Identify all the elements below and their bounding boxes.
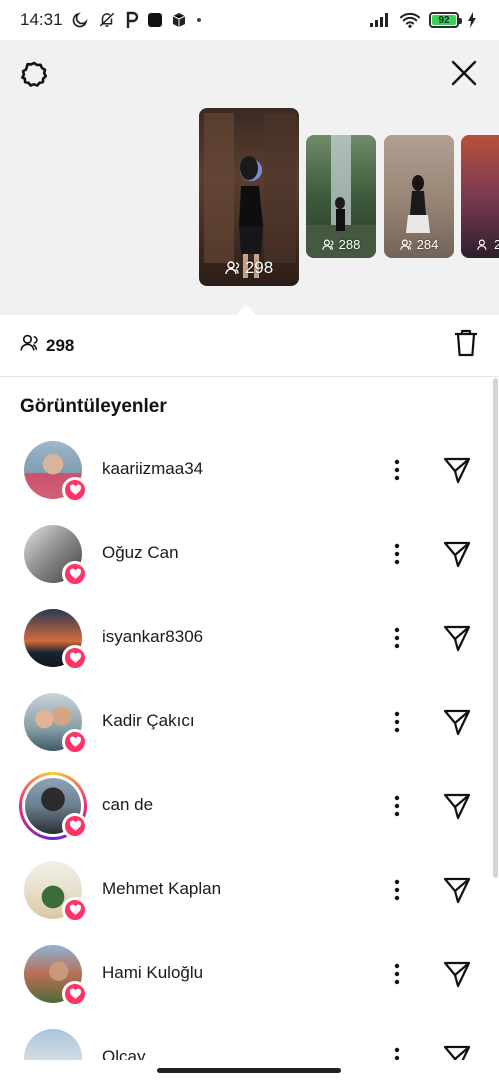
heart-icon	[62, 981, 88, 1007]
more-options-icon[interactable]	[386, 539, 408, 569]
dot-icon	[195, 16, 203, 24]
status-bar: 14:31 92	[0, 0, 499, 40]
viewer-row[interactable]: kaariizmaa34	[0, 427, 499, 511]
people-icon	[20, 334, 40, 357]
avatar[interactable]	[24, 525, 88, 587]
moon-icon	[71, 11, 89, 29]
more-options-icon[interactable]	[386, 875, 408, 905]
avatar[interactable]	[24, 861, 88, 923]
send-icon[interactable]	[442, 791, 472, 821]
close-icon[interactable]	[447, 56, 481, 90]
avatar[interactable]	[24, 945, 88, 1007]
story-view-count: 298	[199, 258, 299, 278]
viewer-username[interactable]: Oğuz Can	[102, 543, 179, 563]
avatar[interactable]	[24, 609, 88, 671]
avatar[interactable]	[24, 441, 88, 503]
story-view-count: 284	[384, 237, 454, 252]
send-icon[interactable]	[442, 623, 472, 653]
battery-icon: 92	[429, 12, 462, 28]
more-options-icon[interactable]	[386, 959, 408, 989]
more-options-icon[interactable]	[386, 455, 408, 485]
muted-icon	[97, 11, 117, 29]
viewer-row[interactable]: isyankar8306	[0, 595, 499, 679]
viewer-username[interactable]: Hami Kuloğlu	[102, 963, 203, 983]
story-thumbnails: 298 288 284 2	[199, 108, 499, 288]
home-indicator[interactable]	[157, 1068, 341, 1073]
avatar[interactable]	[24, 693, 88, 755]
avatar[interactable]	[19, 772, 88, 840]
more-options-icon[interactable]	[386, 707, 408, 737]
story-thumbnail[interactable]: 284	[384, 135, 454, 258]
more-options-icon[interactable]	[386, 623, 408, 653]
trash-icon[interactable]	[453, 328, 479, 363]
charging-icon	[467, 12, 477, 28]
viewer-username[interactable]: can de	[102, 795, 153, 815]
status-time: 14:31	[20, 10, 63, 29]
viewer-row[interactable]: can de	[0, 763, 499, 847]
viewer-username[interactable]: Kadir Çakıcı	[102, 711, 195, 731]
story-thumbnail-selected[interactable]: 298	[199, 108, 299, 286]
send-icon[interactable]	[442, 539, 472, 569]
story-thumbnail[interactable]: 2	[461, 135, 499, 258]
story-view-count: 288	[306, 237, 376, 252]
box-icon	[171, 12, 187, 28]
send-icon[interactable]	[442, 707, 472, 737]
viewer-username[interactable]: Mehmet Kaplan	[102, 879, 221, 899]
p-icon	[125, 11, 139, 29]
scrollbar[interactable]	[493, 378, 498, 878]
story-preview-area: 298 288 284 2	[0, 40, 499, 315]
viewers-count-value: 298	[46, 335, 75, 355]
send-icon[interactable]	[442, 875, 472, 905]
viewers-heading: Görüntüleyenler	[20, 396, 167, 417]
story-thumbnail[interactable]: 288	[306, 135, 376, 258]
heart-icon	[62, 477, 88, 503]
viewer-username[interactable]: kaariizmaa34	[102, 459, 203, 479]
heart-icon	[62, 645, 88, 671]
viewer-row[interactable]: Kadir Çakıcı	[0, 679, 499, 763]
heart-icon	[62, 813, 88, 839]
viewer-username[interactable]: isyankar8306	[102, 627, 203, 647]
viewer-row[interactable]: Oğuz Can	[0, 511, 499, 595]
send-icon[interactable]	[442, 959, 472, 989]
viewer-row[interactable]: Mehmet Kaplan	[0, 847, 499, 931]
viewers-summary-row: 298	[0, 315, 499, 377]
viewer-row[interactable]: Hami Kuloğlu	[0, 931, 499, 1015]
send-icon[interactable]	[442, 455, 472, 485]
heart-icon	[62, 729, 88, 755]
wifi-icon	[399, 11, 421, 29]
story-view-count: 2	[461, 237, 499, 252]
viewers-count: 298	[20, 334, 74, 357]
app-icon	[147, 12, 163, 28]
more-options-icon[interactable]	[386, 791, 408, 821]
gear-icon[interactable]	[18, 58, 50, 90]
heart-icon	[62, 561, 88, 587]
battery-level: 92	[438, 14, 450, 26]
signal-icon	[369, 12, 391, 28]
heart-icon	[62, 897, 88, 923]
